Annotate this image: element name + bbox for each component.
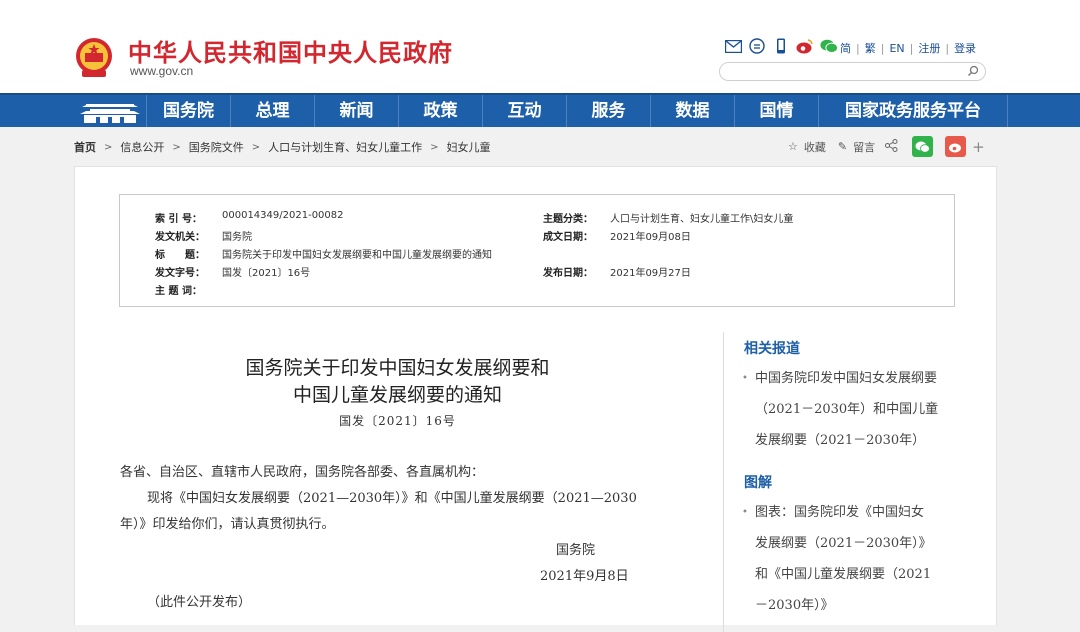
article-title-line-1: 国务院关于印发中国妇女发展纲要和 [245,357,550,379]
nav-item-state-council[interactable]: 国务院 [146,95,230,127]
meta-keywords: 主 题 词： [155,286,202,297]
link-register[interactable]: 注册 [918,40,940,56]
nav-item-news[interactable]: 新闻 [314,95,398,127]
search-box [719,62,986,84]
mobile-icon[interactable] [772,37,790,55]
separator: | [945,41,950,55]
meta-written-date: 成文日期： 2021年09月08日 [543,232,691,243]
document-metadata: 索 引 号： 000014349/2021-00082 主题分类： 人口与计划生育、… [119,194,955,307]
separator: | [909,41,914,55]
meta-issuer: 发文机关： 国务院 [155,232,252,243]
nav-item-services[interactable]: 服务 [566,95,650,127]
publication-note: （此件公开发布） [147,595,252,610]
link-simplified[interactable]: 简 [840,40,851,56]
sign-date: 2021年9月8日 [540,569,629,584]
national-emblem-icon[interactable] [74,36,114,80]
breadcrumb-women-children[interactable]: 妇女儿童 [447,139,491,155]
wechat-share-icon[interactable] [912,136,934,157]
meta-published-date: 发布日期： 2021年09月27日 [543,268,691,279]
meta-title: 标 题： 国务院关于印发中国妇女发展纲要和中国儿童发展纲要的通知 [155,250,492,261]
message-icon[interactable] [748,37,766,55]
star-icon[interactable]: ☆ [788,140,798,153]
site-name[interactable]: 中华人民共和国中央人民政府 [128,33,453,68]
meta-category: 主题分类： 人口与计划生育、妇女儿童工作\妇女儿童 [543,214,794,225]
bullet-icon: • [742,373,748,384]
breadcrumb-state-council-docs[interactable]: 国务院文件 [189,139,244,155]
weibo-icon[interactable] [796,37,814,55]
breadcrumb-population-women-children[interactable]: 人口与计划生育、妇女儿童工作 [268,139,422,155]
link-login[interactable]: 登录 [954,40,976,56]
nav-item-policy[interactable]: 政策 [398,95,482,127]
breadcrumb: 首页 > 信息公开 > 国务院文件 > 人口与计划生育、妇女儿童工作 > 妇女儿… [74,139,491,155]
salutation: 各省、自治区、直辖市人民政府，国务院各部委、各直属机构： [120,465,485,480]
graphic-item[interactable]: • 图表：国务院印发《中国妇女 发展纲要（2021－2030年）》 和《中国儿童… [742,497,952,621]
signer: 国务院 [556,543,596,558]
tiananmen-icon[interactable] [74,97,146,125]
link-traditional[interactable]: 繁 [865,40,876,56]
nav-item-premier[interactable]: 总理 [230,95,314,127]
header-tools [724,37,838,55]
breadcrumb-info-public[interactable]: 信息公开 [120,139,164,155]
wechat-icon[interactable] [820,37,838,55]
breadcrumb-home[interactable]: 首页 [74,139,96,155]
mail-icon[interactable] [724,37,742,55]
site-header: 中华人民共和国中央人民政府 www.gov.cn 简 | 繁 | EN | 注册… [0,0,1080,93]
nav-item-gov-service-platform[interactable]: 国家政务服务平台 [818,95,1008,127]
language-links: 简 | 繁 | EN | 注册 | 登录 [840,40,976,56]
related-item[interactable]: • 中国务院印发中国妇女发展纲要 （2021－2030年）和中国儿童 发展纲要（… [742,363,952,456]
nav-item-interaction[interactable]: 互动 [482,95,566,127]
article-title-line-2: 中国儿童发展纲要的通知 [292,384,502,406]
search-icon[interactable] [967,65,979,77]
nav-item-data[interactable]: 数据 [650,95,734,127]
chevron-right-icon: > [104,141,113,153]
share-icon[interactable] [885,138,898,155]
link-english[interactable]: EN [889,42,904,55]
meta-doc-number: 发文字号： 国发〔2021〕16号 [155,268,311,279]
favorite-link[interactable]: 收藏 [804,139,826,155]
paragraph-1a: 现将《中国妇女发展纲要（2021—2030年）》和《中国儿童发展纲要（2021—… [147,491,637,506]
chevron-right-icon: > [172,141,181,153]
article-doc-number: 国发〔2021〕16号 [339,414,456,428]
chevron-right-icon: > [430,141,439,153]
weibo-share-icon[interactable] [945,136,967,157]
pencil-icon[interactable]: ✎ [838,140,847,153]
separator: | [856,41,860,55]
graphic-heading: 图解 [744,475,772,491]
nav-item-national-info[interactable]: 国情 [734,95,818,127]
article-panel: 索 引 号： 000014349/2021-00082 主题分类： 人口与计划生育、… [74,166,997,632]
meta-index: 索 引 号： 000014349/2021-00082 [155,210,344,225]
related-sidebar: 相关报道 • 中国务院印发中国妇女发展纲要 （2021－2030年）和中国儿童 … [723,332,953,632]
main-nav: 国务院 总理 新闻 政策 互动 服务 数据 国情 国家政务服务平台 [0,93,1080,127]
article-title-block: 国务院关于印发中国妇女发展纲要和 中国儿童发展纲要的通知 国发〔2021〕16号 [75,355,720,429]
share-bar: ☆ 收藏 ✎ 留言 + [788,136,985,157]
comment-link[interactable]: 留言 [853,139,875,155]
chevron-right-icon: > [251,141,261,153]
paragraph-1b: 年）》印发给你们，请认真贯彻执行。 [120,517,335,532]
related-heading: 相关报道 [744,341,800,357]
bullet-icon: • [742,507,748,518]
more-share-icon[interactable]: + [972,138,985,156]
separator: | [880,41,885,55]
site-url[interactable]: www.gov.cn [130,64,193,78]
search-input[interactable] [730,66,970,84]
